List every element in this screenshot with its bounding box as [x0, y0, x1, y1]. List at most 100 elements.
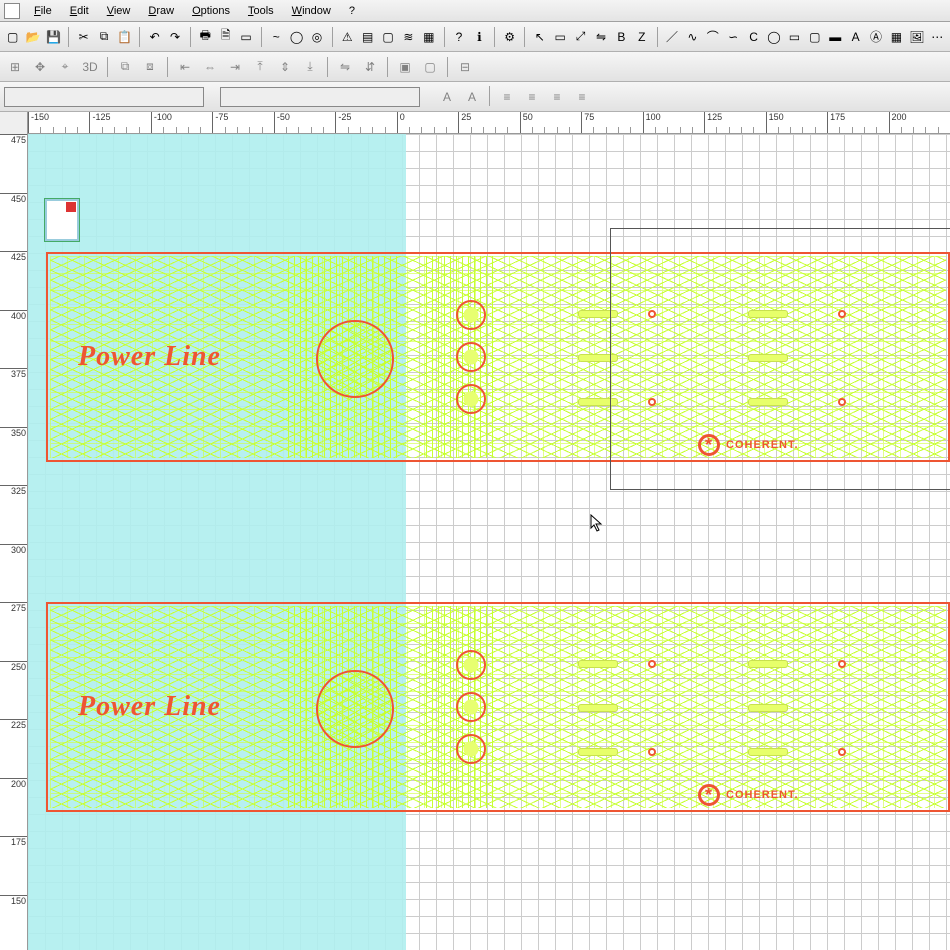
- group-icon: ⧉: [114, 56, 136, 78]
- rect-icon[interactable]: ▭: [786, 26, 803, 48]
- print-icon[interactable]: 🖶: [197, 26, 214, 48]
- menu-file[interactable]: File: [26, 3, 60, 19]
- design-object[interactable]: Power LineCOHERENT.: [46, 602, 950, 812]
- slot: [578, 748, 618, 756]
- grid-icon[interactable]: ▦: [420, 26, 437, 48]
- curve-icon[interactable]: ∽: [724, 26, 741, 48]
- separator: [447, 57, 448, 77]
- slot: [748, 704, 788, 712]
- menu-?[interactable]: ?: [341, 3, 363, 19]
- copy-icon[interactable]: ⧉: [95, 26, 112, 48]
- ruler-v-tick: 300: [0, 544, 28, 555]
- hole: [838, 660, 846, 668]
- ellipse-icon[interactable]: ◯: [765, 26, 782, 48]
- polyline-icon[interactable]: ∿: [684, 26, 701, 48]
- ruler-h-tick: 150: [766, 112, 784, 133]
- pointer-icon[interactable]: ↖: [531, 26, 548, 48]
- page-thumbnail[interactable]: [44, 198, 80, 242]
- workspace: 4754504254003753503253002752502252001751…: [0, 134, 950, 950]
- rrect-icon[interactable]: ▢: [806, 26, 823, 48]
- fill-icon[interactable]: ▬: [827, 26, 844, 48]
- ruler-h-tick: 125: [704, 112, 722, 133]
- back-icon: ▢: [419, 56, 441, 78]
- ruler-h-tick: -25: [335, 112, 351, 133]
- ruler-h-tick: 100: [643, 112, 661, 133]
- toolbar-standard: ▢📂💾✂⧉📋↶↷🖶🗎▭~◯◎⚠▤▢≋▦?ℹ⚙↖▭⤢⇋BZ／∿⌒∽C◯▭▢▬AⒶ▦…: [0, 22, 950, 52]
- cut-icon[interactable]: ✂: [75, 26, 92, 48]
- c-icon[interactable]: C: [745, 26, 762, 48]
- help-icon[interactable]: ?: [450, 26, 467, 48]
- small-circle: [456, 384, 486, 414]
- separator: [489, 86, 490, 106]
- ruler-h-tick: 75: [581, 112, 594, 133]
- separator: [494, 27, 495, 47]
- table-icon[interactable]: ▦: [888, 26, 905, 48]
- more-icon[interactable]: ⋯: [929, 26, 946, 48]
- wave-icon[interactable]: ≋: [400, 26, 417, 48]
- undo-icon[interactable]: ↶: [146, 26, 163, 48]
- redo-icon[interactable]: ↷: [166, 26, 183, 48]
- front-icon: ▣: [394, 56, 416, 78]
- save-icon[interactable]: 💾: [45, 26, 62, 48]
- ruler-h-tick: -125: [89, 112, 110, 133]
- flip-icon[interactable]: ⇋: [592, 26, 609, 48]
- align-r-icon: ⇥: [224, 56, 246, 78]
- warn-icon[interactable]: ⚠: [339, 26, 356, 48]
- new-icon[interactable]: ▢: [4, 26, 21, 48]
- ruler-row: -150-125-100-75-50-250255075100125150175…: [0, 112, 950, 134]
- font-combo[interactable]: [220, 87, 420, 107]
- small-circle: [456, 342, 486, 372]
- separator: [139, 27, 140, 47]
- layers-icon[interactable]: ▤: [359, 26, 376, 48]
- gear-icon[interactable]: ⚙: [501, 26, 518, 48]
- flip-v-icon: ⇵: [359, 56, 381, 78]
- toolbar-arrange: ⊞✥⌖3D⧉⧈⇤⇔⇥⤒⇕⤓⇋⇵▣▢⊟: [0, 52, 950, 82]
- circle-tool-icon[interactable]: ◯: [288, 26, 305, 48]
- print-preview-icon[interactable]: 🗎: [217, 26, 234, 48]
- ruler-horizontal[interactable]: -150-125-100-75-50-250255075100125150175…: [28, 112, 950, 133]
- separator: [444, 27, 445, 47]
- separator: [332, 27, 333, 47]
- slot: [578, 660, 618, 668]
- ruler-v-tick: 150: [0, 895, 28, 906]
- ruler-h-tick: -100: [151, 112, 172, 133]
- ruler-h-tick: 50: [520, 112, 533, 133]
- layer-combo[interactable]: [4, 87, 204, 107]
- ruler-vertical[interactable]: 4754504254003753503253002752502252001751…: [0, 134, 28, 950]
- menu-draw[interactable]: Draw: [140, 3, 182, 19]
- canvas[interactable]: Power LineCOHERENT.Power LineCOHERENT.: [28, 134, 950, 950]
- menu-edit[interactable]: Edit: [62, 3, 97, 19]
- ruler-h-tick: 200: [889, 112, 907, 133]
- info-icon[interactable]: ℹ: [471, 26, 488, 48]
- select-icon[interactable]: ▭: [551, 26, 568, 48]
- anno-icon[interactable]: Ⓐ: [867, 26, 884, 48]
- box-icon[interactable]: ▢: [379, 26, 396, 48]
- target-icon[interactable]: ◎: [308, 26, 325, 48]
- strike-icon[interactable]: Z: [633, 26, 650, 48]
- menu-window[interactable]: Window: [284, 3, 339, 19]
- big-circle: [316, 670, 394, 748]
- open-icon[interactable]: 📂: [24, 26, 41, 48]
- menu-tools[interactable]: Tools: [240, 3, 282, 19]
- text-icon[interactable]: A: [847, 26, 864, 48]
- small-circle: [456, 734, 486, 764]
- ruler-v-tick: 275: [0, 602, 28, 613]
- path-icon[interactable]: ~: [268, 26, 285, 48]
- line-icon[interactable]: ／: [663, 26, 680, 48]
- paste-icon[interactable]: 📋: [116, 26, 133, 48]
- ruler-h-tick: 0: [397, 112, 405, 133]
- resize-icon[interactable]: ⤢: [572, 26, 589, 48]
- separator: [167, 57, 168, 77]
- slot: [748, 660, 788, 668]
- align-center-icon: ≡: [521, 86, 543, 108]
- menu-view[interactable]: View: [99, 3, 139, 19]
- bold-icon[interactable]: B: [613, 26, 630, 48]
- align-left-icon: ≡: [496, 86, 518, 108]
- menu-options[interactable]: Options: [184, 3, 238, 19]
- page-icon[interactable]: ▭: [237, 26, 254, 48]
- arc-icon[interactable]: ⌒: [704, 26, 721, 48]
- design-label: Power Line: [78, 691, 221, 723]
- align-m-icon: ⇕: [274, 56, 296, 78]
- image-icon[interactable]: 🖼: [908, 26, 925, 48]
- menu-bar: FileEditViewDrawOptionsToolsWindow?: [0, 0, 950, 22]
